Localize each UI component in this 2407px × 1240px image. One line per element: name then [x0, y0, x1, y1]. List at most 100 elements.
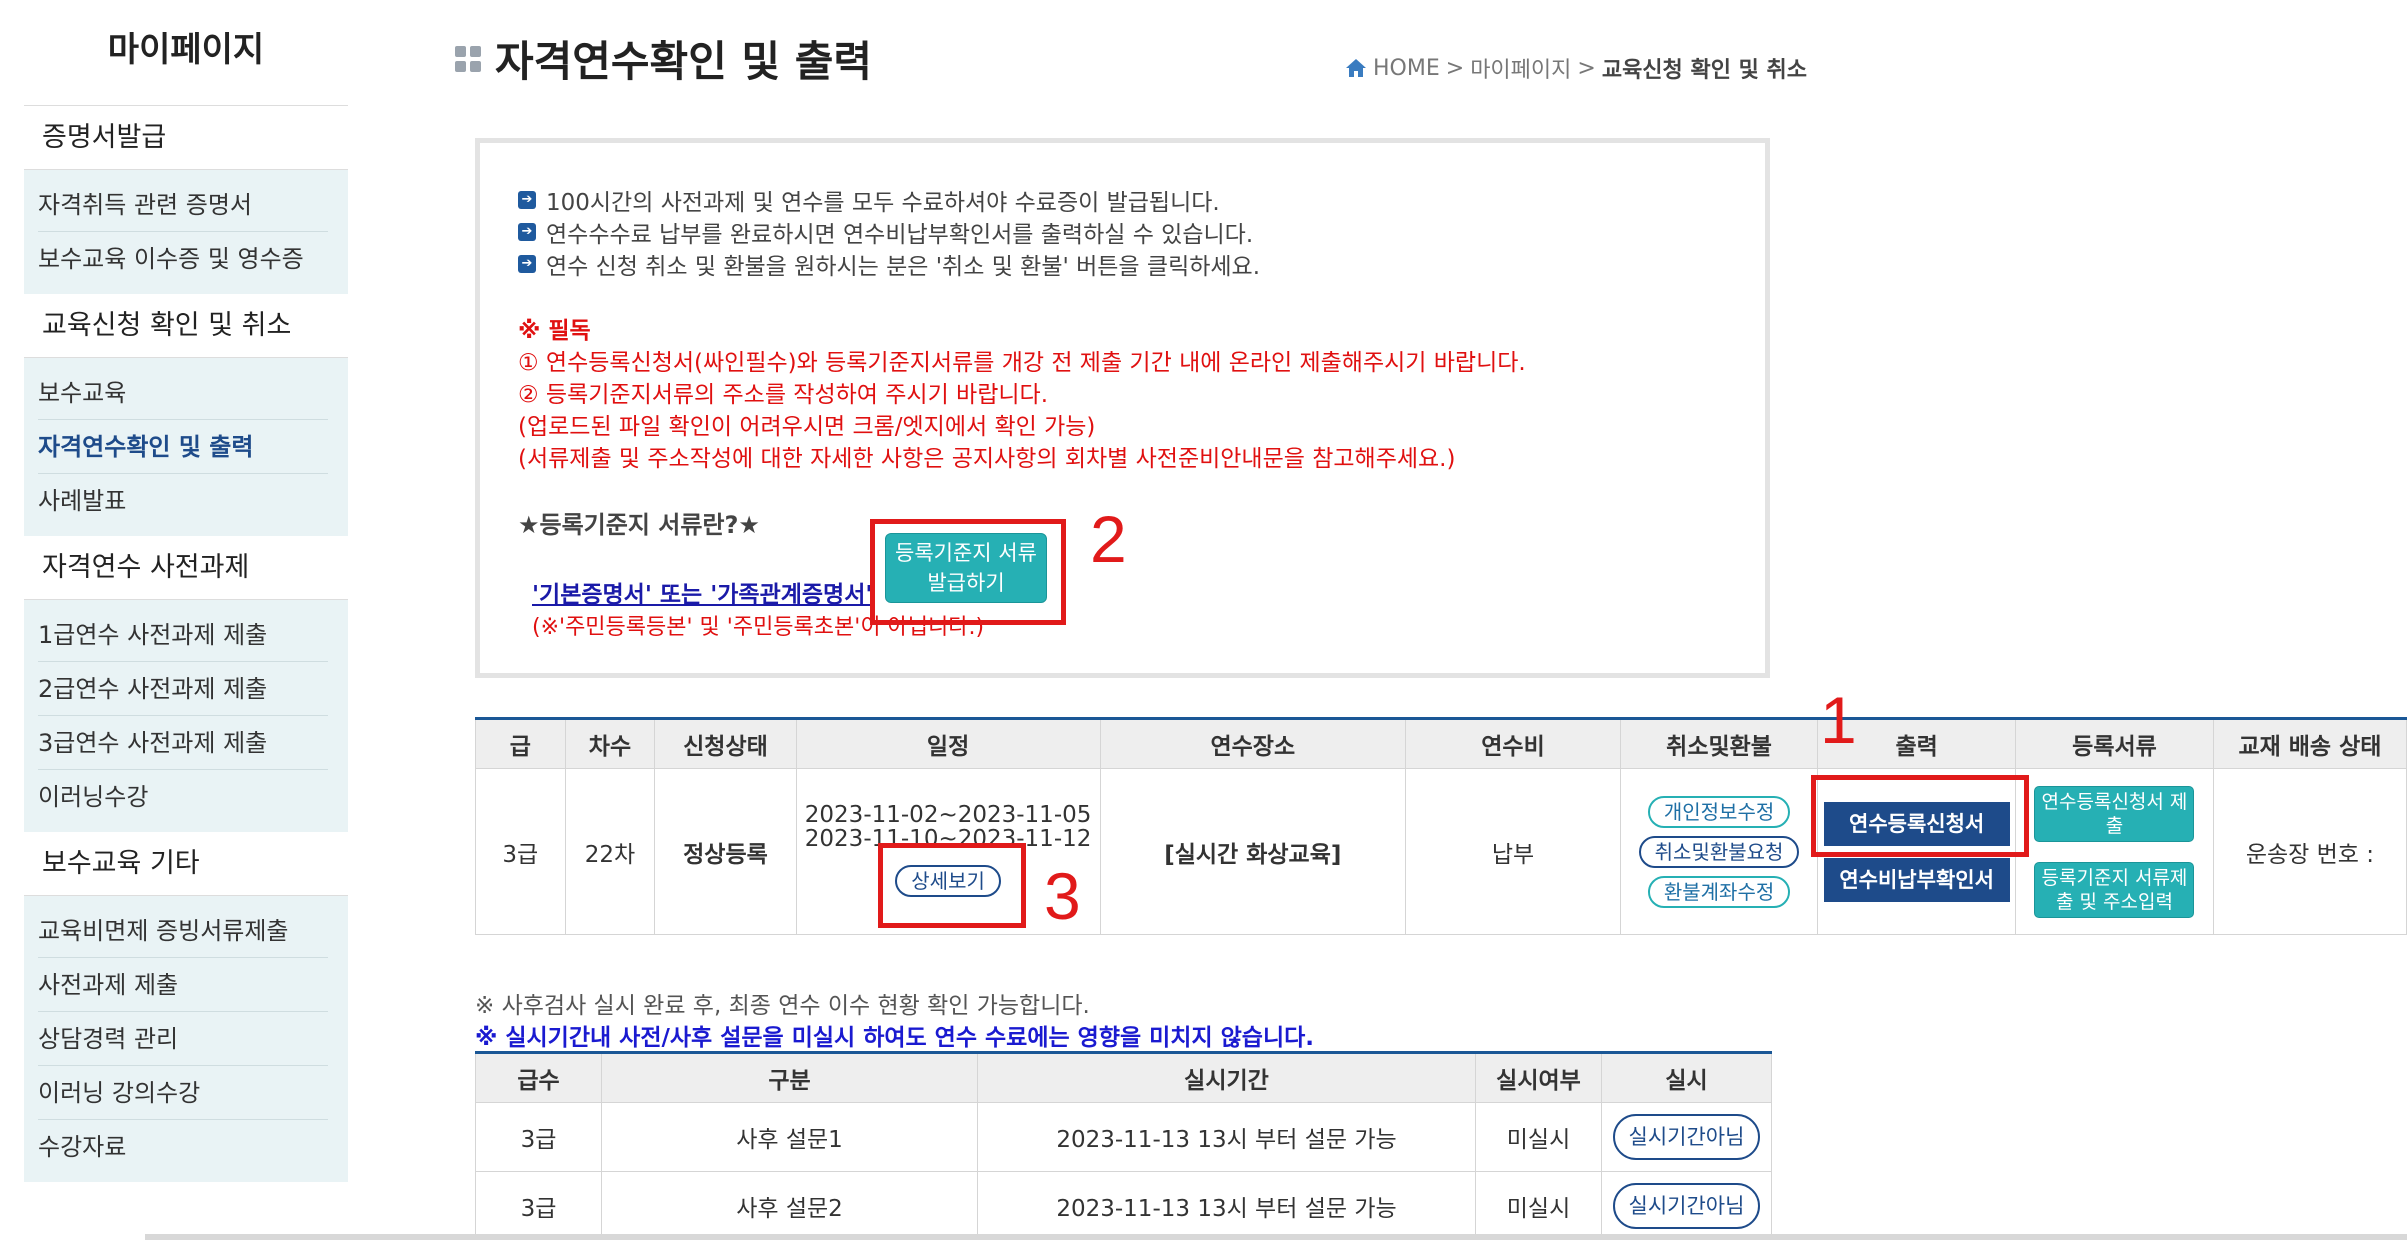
sidebar-item-training-print[interactable]: 자격연수확인 및 출력 [38, 420, 328, 474]
sidebar-list-etc: 교육비면제 증빙서류제출 사전과제 제출 상담경력 관리 이러닝 강의수강 수강… [24, 896, 348, 1182]
col-header: 구분 [601, 1051, 978, 1103]
breadcrumb-mypage[interactable]: 마이페이지 [1470, 52, 1571, 84]
arrow-right-icon: ➔ [518, 255, 536, 273]
home-icon[interactable] [1345, 58, 1367, 78]
sidebar-section-preassignment[interactable]: 자격연수 사전과제 [24, 536, 348, 600]
sidebar-item-level1-assignment[interactable]: 1급연수 사전과제 제출 [38, 608, 328, 662]
sidebar-list-certificates: 자격취득 관련 증명서 보수교육 이수증 및 영수증 [24, 170, 348, 294]
cell-action: 실시기간아님 [1601, 1102, 1772, 1172]
survey-notice-emphasis: ※ 실시기간내 사전/사후 설문을 미실시 하여도 연수 수료에는 영향을 미치… [475, 1025, 1315, 1051]
sidebar-item-fee-exemption[interactable]: 교육비면제 증빙서류제출 [38, 904, 328, 958]
cell-done: 미실시 [1475, 1102, 1602, 1172]
sidebar-item-elearning[interactable]: 이러닝수강 [38, 770, 328, 824]
page-header: 자격연수확인 및 출력 [455, 28, 872, 89]
submit-registration-docs-button[interactable]: 등록기준지 서류제출 및 주소입력 [2034, 861, 2195, 918]
sidebar-list-education: 보수교육 자격연수확인 및 출력 사례발표 [24, 358, 348, 536]
horizontal-scrollbar[interactable] [145, 1234, 2407, 1240]
sidebar-section-education[interactable]: 교육신청 확인 및 취소 [24, 294, 348, 358]
edit-refund-account-button[interactable]: 환불계좌수정 [1647, 875, 1791, 908]
annotation-box-3 [878, 843, 1026, 928]
sidebar-item-counseling-career[interactable]: 상담경력 관리 [38, 1012, 328, 1066]
annotation-box-1 [1811, 775, 2029, 857]
sidebar-item-course-materials[interactable]: 수강자료 [38, 1120, 328, 1174]
cell-action: 실시기간아님 [1601, 1171, 1772, 1240]
table-row: 3급 사후 설문1 2023-11-13 13시 부터 설문 가능 미실시 실시… [475, 1102, 1772, 1172]
cancel-refund-request-button[interactable]: 취소및환불요청 [1638, 835, 1800, 868]
sidebar-item-completion-receipt[interactable]: 보수교육 이수증 및 영수증 [38, 232, 328, 286]
cell-done: 미실시 [1475, 1171, 1602, 1240]
must-read-title: ※ 필독 [518, 318, 591, 344]
cell-grade: 3급 [475, 1102, 602, 1172]
sidebar-item-case-presentation[interactable]: 사례발표 [38, 474, 328, 528]
breadcrumb: HOME > 마이페이지 > 교육신청 확인 및 취소 [1345, 52, 1807, 84]
schedule-date: 2023-11-02~2023-11-05 [804, 801, 1092, 828]
basic-certificate-link[interactable]: '기본증명서' 또는 '가족관계증명서' [532, 575, 872, 609]
cell-fee: 납부 [1405, 768, 1621, 935]
arrow-right-icon: ➔ [518, 223, 536, 241]
training-table: 급 차수 신청상태 일정 연수장소 연수비 취소및환불 출력 등록서류 교재 배… [475, 717, 2407, 935]
cell-status: 정상등록 [654, 768, 797, 935]
col-header: 연수비 [1405, 717, 1621, 769]
cell-grade: 3급 [475, 768, 566, 935]
grid-dots-icon [455, 45, 481, 72]
annotation-number-1: 1 [1820, 683, 1857, 757]
cell-period: 2023-11-13 13시 부터 설문 가능 [977, 1102, 1476, 1172]
sidebar-item-continuing-education[interactable]: 보수교육 [38, 366, 328, 420]
notice-line: ➔ 연수수수료 납부를 완료하시면 연수비납부확인서를 출력하실 수 있습니다. [518, 215, 1253, 249]
sidebar-item-level3-assignment[interactable]: 3급연수 사전과제 제출 [38, 716, 328, 770]
sidebar-item-qualification-cert[interactable]: 자격취득 관련 증명서 [38, 178, 328, 232]
notice-line-text: 연수수수료 납부를 완료하시면 연수비납부확인서를 출력하실 수 있습니다. [546, 222, 1254, 248]
table-header-row: 급 차수 신청상태 일정 연수장소 연수비 취소및환불 출력 등록서류 교재 배… [475, 717, 2407, 769]
cell-refund: 개인정보수정 취소및환불요청 환불계좌수정 [1619, 768, 1819, 935]
cell-delivery: 운송장 번호 : [2212, 768, 2407, 935]
col-header: 교재 배송 상태 [2212, 717, 2407, 769]
table-row: 3급 사후 설문2 2023-11-13 13시 부터 설문 가능 미실시 실시… [475, 1171, 1772, 1240]
col-header: 급 [475, 717, 566, 769]
arrow-right-icon: ➔ [518, 191, 536, 209]
annotation-number-2: 2 [1090, 502, 1127, 576]
table-row: 3급 22차 정상등록 2023-11-02~2023-11-05 2023-1… [475, 768, 2407, 935]
col-header: 등록서류 [2015, 717, 2214, 769]
must-read-item: (업로드된 파일 확인이 어려우시면 크롬/엣지에서 확인 가능) [518, 414, 1096, 440]
page-title: 자격연수확인 및 출력 [495, 37, 873, 86]
sidebar-section-etc[interactable]: 보수교육 기타 [24, 832, 348, 896]
notice-box: ➔ 100시간의 사전과제 및 연수를 모두 수료하셔야 수료증이 발급됩니다.… [475, 138, 1770, 678]
sidebar: 마이페이지 증명서발급 자격취득 관련 증명서 보수교육 이수증 및 영수증 교… [24, 0, 348, 1182]
cell-round: 22차 [564, 768, 656, 935]
col-header: 실시여부 [1475, 1051, 1602, 1103]
cell-type: 사후 설문2 [601, 1171, 978, 1240]
cell-grade: 3급 [475, 1171, 602, 1240]
survey-action-button[interactable]: 실시기간아님 [1612, 1114, 1761, 1160]
cell-place: [실시간 화상교육] [1099, 768, 1407, 935]
cell-period: 2023-11-13 13시 부터 설문 가능 [977, 1171, 1476, 1240]
col-header: 실시 [1601, 1051, 1772, 1103]
breadcrumb-home[interactable]: HOME [1373, 56, 1440, 81]
col-header: 신청상태 [654, 717, 797, 769]
cell-documents: 연수등록신청서 제출 등록기준지 서류제출 및 주소입력 [2015, 768, 2214, 935]
survey-action-button[interactable]: 실시기간아님 [1612, 1183, 1761, 1229]
table-header-row: 급수 구분 실시기간 실시여부 실시 [475, 1051, 1772, 1103]
sidebar-item-level2-assignment[interactable]: 2급연수 사전과제 제출 [38, 662, 328, 716]
sidebar-list-preassignment: 1급연수 사전과제 제출 2급연수 사전과제 제출 3급연수 사전과제 제출 이… [24, 600, 348, 832]
annotation-number-3: 3 [1044, 859, 1081, 933]
breadcrumb-separator: > [1577, 55, 1596, 81]
annotation-box-2 [870, 519, 1066, 625]
col-header: 차수 [564, 717, 656, 769]
print-fee-receipt-button[interactable]: 연수비납부확인서 [1823, 857, 2010, 902]
sidebar-title: 마이페이지 [24, 0, 348, 106]
col-header: 취소및환불 [1619, 717, 1819, 769]
must-read-item: (서류제출 및 주소작성에 대한 자세한 사항은 공지사항의 회차별 사전준비안… [518, 446, 1456, 472]
must-read-item: ① 연수등록신청서(싸인필수)와 등록기준지서류를 개강 전 제출 기간 내에 … [518, 350, 1526, 376]
col-header: 실시기간 [977, 1051, 1476, 1103]
sidebar-section-certificates[interactable]: 증명서발급 [24, 106, 348, 170]
cell-type: 사후 설문1 [601, 1102, 978, 1172]
submit-registration-form-button[interactable]: 연수등록신청서 제출 [2034, 785, 2195, 842]
sidebar-item-elearning-lecture[interactable]: 이러닝 강의수강 [38, 1066, 328, 1120]
col-header: 급수 [475, 1051, 602, 1103]
survey-note: ※ 사후검사 실시 완료 후, 최종 연수 이수 현황 확인 가능합니다. [475, 993, 1090, 1019]
breadcrumb-separator: > [1445, 55, 1465, 81]
sidebar-item-assignment-submit[interactable]: 사전과제 제출 [38, 958, 328, 1012]
must-read-item: ② 등록기준지서류의 주소를 작성하여 주시기 바랍니다. [518, 382, 1049, 408]
col-header: 연수장소 [1099, 717, 1407, 769]
edit-personal-info-button[interactable]: 개인정보수정 [1647, 795, 1791, 828]
